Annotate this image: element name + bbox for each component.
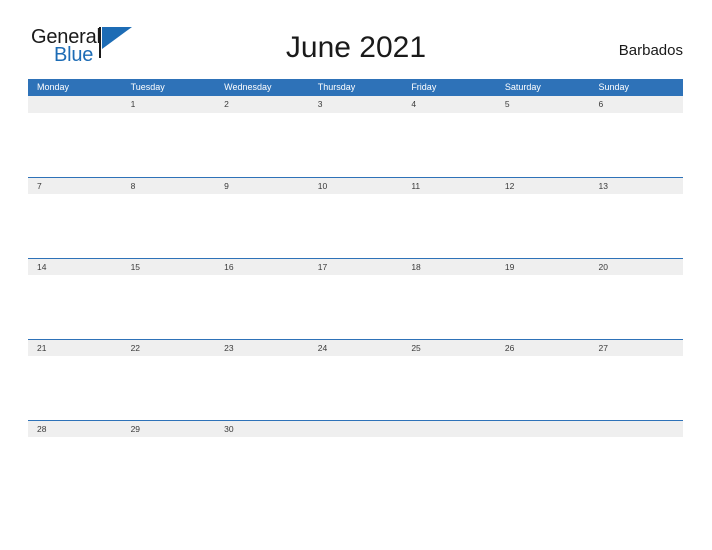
weekday-header-monday: Monday <box>37 82 70 92</box>
day-cell[interactable]: 29 <box>122 421 216 437</box>
day-cell[interactable]: 21 <box>28 340 122 356</box>
day-cell[interactable]: 28 <box>28 421 122 437</box>
week-row: 21 22 23 24 25 26 27 <box>28 339 683 420</box>
page-header: General Blue June 2021 Barbados <box>0 0 712 66</box>
day-cell[interactable]: 23 <box>215 340 309 356</box>
week-date-band: 21 22 23 24 25 26 27 <box>28 339 683 356</box>
day-cell[interactable] <box>309 421 403 437</box>
week-row: 14 15 16 17 18 19 20 <box>28 258 683 339</box>
day-cell[interactable]: 24 <box>309 340 403 356</box>
week-date-band: 7 8 9 10 11 12 13 <box>28 177 683 194</box>
day-cell[interactable]: 4 <box>402 96 496 113</box>
week-note-area[interactable] <box>28 275 683 339</box>
day-cell[interactable]: 6 <box>589 96 683 113</box>
day-cell[interactable]: 14 <box>28 259 122 275</box>
day-cell[interactable]: 26 <box>496 340 590 356</box>
day-cell[interactable]: 25 <box>402 340 496 356</box>
day-cell[interactable] <box>496 421 590 437</box>
day-cell[interactable] <box>402 421 496 437</box>
day-cell[interactable]: 5 <box>496 96 590 113</box>
day-cell[interactable]: 16 <box>215 259 309 275</box>
week-note-area[interactable] <box>28 437 683 501</box>
day-cell[interactable]: 7 <box>28 178 122 194</box>
weekday-header-wednesday: Wednesday <box>224 82 272 92</box>
week-row: 28 29 30 <box>28 420 683 501</box>
day-cell[interactable]: 2 <box>215 96 309 113</box>
week-date-band: 14 15 16 17 18 19 20 <box>28 258 683 275</box>
day-cell[interactable]: 15 <box>122 259 216 275</box>
day-cell[interactable] <box>589 421 683 437</box>
weekday-header-tuesday: Tuesday <box>130 82 165 92</box>
week-date-band: 1 2 3 4 5 6 <box>28 96 683 113</box>
day-cell[interactable] <box>28 96 122 113</box>
day-cell[interactable]: 3 <box>309 96 403 113</box>
week-date-band: 28 29 30 <box>28 420 683 437</box>
day-cell[interactable]: 11 <box>402 178 496 194</box>
weekday-header-saturday: Saturday <box>504 82 541 92</box>
week-note-area[interactable] <box>28 194 683 258</box>
day-cell[interactable]: 17 <box>309 259 403 275</box>
day-cell[interactable]: 8 <box>122 178 216 194</box>
day-cell[interactable]: 12 <box>496 178 590 194</box>
day-cell[interactable]: 9 <box>215 178 309 194</box>
day-cell[interactable]: 27 <box>589 340 683 356</box>
day-cell[interactable]: 19 <box>496 259 590 275</box>
country-label: Barbados <box>618 42 683 59</box>
day-cell[interactable]: 22 <box>122 340 216 356</box>
weekday-header-friday: Friday <box>411 82 437 92</box>
day-cell[interactable]: 13 <box>589 178 683 194</box>
week-row: 7 8 9 10 11 12 13 <box>28 177 683 258</box>
weekday-header-row: Monday Tuesday Wednesday Thursday Friday… <box>28 79 683 96</box>
day-cell[interactable]: 30 <box>215 421 309 437</box>
week-row: 1 2 3 4 5 6 <box>28 96 683 177</box>
weekday-header-thursday: Thursday <box>317 82 356 92</box>
calendar-table: Monday Tuesday Wednesday Thursday Friday… <box>28 79 683 501</box>
calendar-page: General Blue June 2021 Barbados Monday T… <box>0 0 712 550</box>
day-cell[interactable]: 20 <box>589 259 683 275</box>
weekday-header-sunday: Sunday <box>598 82 629 92</box>
day-cell[interactable]: 1 <box>122 96 216 113</box>
week-note-area[interactable] <box>28 356 683 420</box>
page-title: June 2021 <box>285 31 427 64</box>
day-cell[interactable]: 18 <box>402 259 496 275</box>
day-cell[interactable]: 10 <box>309 178 403 194</box>
week-note-area[interactable] <box>28 113 683 177</box>
